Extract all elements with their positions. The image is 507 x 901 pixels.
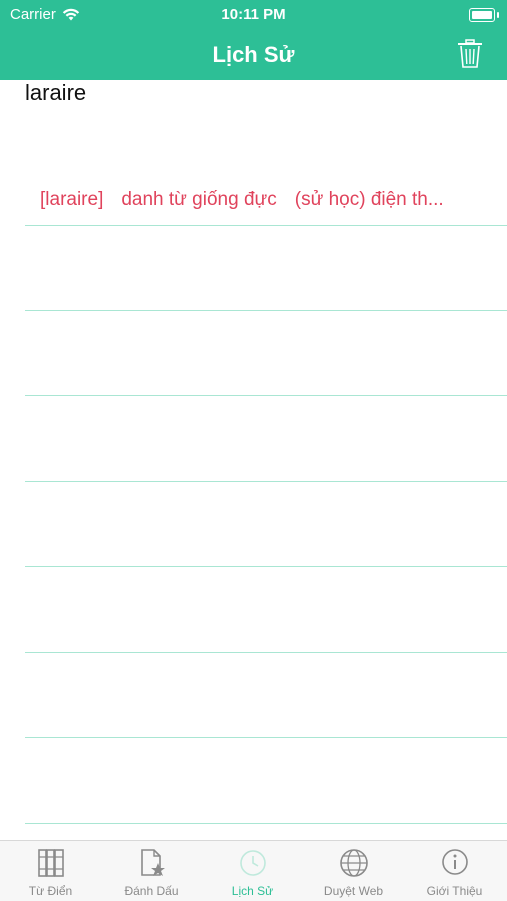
history-row[interactable]: laraire — [25, 80, 507, 226]
status-time: 10:11 PM — [221, 6, 286, 23]
battery-icon — [469, 8, 499, 22]
empty-row — [25, 568, 507, 653]
empty-row — [25, 482, 507, 567]
trash-icon[interactable] — [457, 39, 483, 69]
status-bar: Carrier 10:11 PM — [0, 0, 507, 30]
page-title: Lịch Sử — [212, 42, 295, 67]
history-word: laraire — [25, 80, 87, 105]
tab-lich-su[interactable]: Lịch Sử — [202, 841, 303, 901]
tab-label: Duyệt Web — [323, 884, 384, 898]
bookmark-document-icon — [140, 849, 165, 876]
tab-bar: Từ Điển Đánh Dấu Lịch Sử Duyệt Web Giới … — [0, 840, 507, 901]
tab-label: Từ Điển — [28, 884, 73, 898]
globe-icon — [339, 849, 368, 877]
clock-icon — [239, 850, 266, 876]
books-icon — [37, 849, 64, 877]
empty-row — [25, 226, 507, 311]
meaning-phonetic: [laraire] — [40, 189, 104, 210]
empty-row — [25, 397, 507, 482]
empty-row — [25, 739, 507, 824]
tab-label: Lịch Sử — [231, 884, 274, 898]
meaning-pos: danh từ giống đực — [121, 189, 277, 210]
history-meaning: [laraire] danh từ giống đực (sử học) điện … — [40, 189, 462, 211]
nav-bar: Lịch Sử — [0, 30, 507, 80]
tab-danh-dau[interactable]: Đánh Dấu — [101, 841, 202, 901]
meaning-definition: (sử học) điện th... — [294, 189, 444, 210]
empty-row — [25, 653, 507, 738]
info-icon — [441, 849, 468, 875]
tab-tu-dien[interactable]: Từ Điển — [0, 841, 101, 901]
tab-gioi-thieu[interactable]: Giới Thiệu — [404, 841, 505, 901]
tab-duyet-web[interactable]: Duyệt Web — [303, 841, 404, 901]
tab-label: Đánh Dấu — [124, 884, 179, 898]
empty-row — [25, 311, 507, 396]
tab-label: Giới Thiệu — [426, 884, 483, 898]
